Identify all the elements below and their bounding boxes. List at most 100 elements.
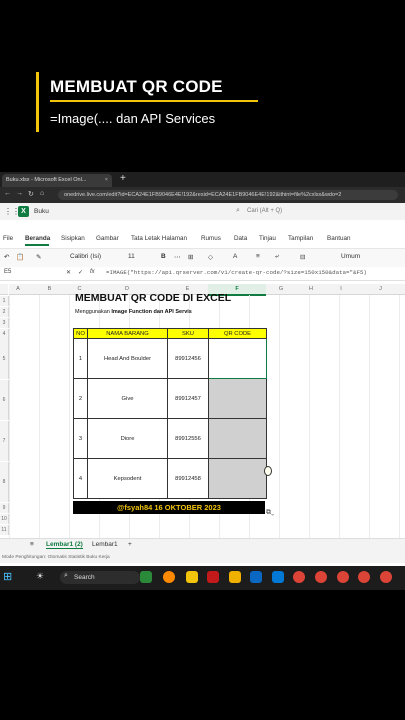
taskbar-search[interactable]: Search — [60, 571, 140, 584]
windows-start-icon[interactable]: ⊞ — [3, 570, 12, 583]
close-icon[interactable]: × — [105, 174, 108, 187]
font-size-select[interactable]: 11 — [128, 253, 135, 260]
search-input[interactable]: Cari (Alt + Q) — [247, 208, 317, 217]
menu-beranda[interactable]: Beranda — [25, 235, 50, 242]
row-header-10[interactable]: 10 — [0, 514, 9, 524]
app-icon[interactable] — [140, 571, 152, 583]
sheet-tab-lembar1[interactable]: Lembar1 — [92, 541, 118, 548]
header-qr-code[interactable]: QR CODE — [208, 328, 267, 339]
widgets-icon[interactable]: ☀ — [36, 571, 44, 582]
font-select[interactable]: Calibri (Isi) — [70, 253, 101, 260]
chrome-icon[interactable] — [380, 571, 392, 583]
cell-sku[interactable]: 89912456 — [167, 338, 209, 379]
app-icon[interactable] — [250, 571, 262, 583]
menu-tata-letak[interactable]: Tata Letak Halaman — [131, 235, 187, 242]
cell-nama[interactable]: Kepsodent — [87, 458, 168, 499]
chrome-icon[interactable] — [315, 571, 327, 583]
menu-sisipkan[interactable]: Sisipkan — [61, 235, 85, 242]
name-box[interactable]: E5 — [4, 269, 11, 275]
excel-screenshot: Buku.xlsx - Microsoft Excel Onl... × + ←… — [0, 172, 405, 590]
header-nama-barang[interactable]: NAMA BARANG — [87, 328, 168, 339]
cancel-icon[interactable]: ✕ — [66, 269, 71, 276]
paste-options-icon[interactable]: ⧉⌄ — [266, 509, 274, 517]
row-header-1[interactable]: 1 — [0, 296, 9, 306]
borders-icon[interactable]: ⊞ — [188, 253, 193, 261]
merge-icon[interactable]: ⊟ — [300, 253, 305, 261]
menu-rumus[interactable]: Rumus — [201, 235, 221, 242]
pdf-icon[interactable] — [207, 571, 219, 583]
cell-no[interactable]: 2 — [73, 378, 88, 419]
bold-button[interactable]: B — [161, 253, 166, 260]
cell-qr-code[interactable] — [208, 418, 267, 459]
cell-sku[interactable]: 89912457 — [167, 378, 209, 419]
row-header-9[interactable]: 9 — [0, 503, 9, 513]
align-icon[interactable]: ≡ — [256, 253, 260, 260]
col-header-i[interactable]: I — [326, 284, 356, 295]
header-no[interactable]: NO — [73, 328, 88, 339]
menu-tampilan[interactable]: Tampilan — [288, 235, 313, 242]
row-header-8[interactable]: 8 — [0, 462, 9, 502]
reload-icon[interactable]: ↻ — [28, 190, 34, 198]
chrome-icon[interactable] — [293, 571, 305, 583]
sheet-tab-lembar1-2[interactable]: Lembar1 (2) — [46, 541, 83, 549]
chrome-icon[interactable] — [358, 571, 370, 583]
number-format-select[interactable]: Umum — [341, 253, 360, 260]
wrap-icon[interactable]: ⤶ — [275, 253, 279, 261]
row-header-7[interactable]: 7 — [0, 421, 9, 461]
cell-no[interactable]: 4 — [73, 458, 88, 499]
cell-qr-code[interactable] — [208, 338, 267, 379]
video-title: MEMBUAT QR CODE — [50, 77, 223, 96]
cell-nama[interactable]: Head And Boulder — [87, 338, 168, 379]
sheet-list-icon[interactable]: ≡ — [30, 541, 34, 548]
formula-input[interactable]: =IMAGE("https://api.qrserver.com/v1/crea… — [106, 269, 367, 276]
app-icon[interactable] — [272, 571, 284, 583]
paste-icon[interactable]: 📋 — [16, 253, 24, 261]
menu-gambar[interactable]: Gambar — [96, 235, 119, 242]
brush-icon[interactable]: ✎ — [36, 253, 41, 261]
folder-icon[interactable] — [186, 571, 198, 583]
app-icon[interactable] — [229, 571, 241, 583]
col-header-a[interactable]: A — [9, 284, 27, 295]
header-sku[interactable]: SKU — [167, 328, 209, 339]
chrome-icon[interactable] — [337, 571, 349, 583]
col-header-j[interactable]: J — [356, 284, 405, 295]
home-icon[interactable]: ⌂ — [40, 190, 44, 197]
cell-qr-code[interactable] — [208, 458, 267, 499]
browser-tab[interactable]: Buku.xlsx - Microsoft Excel Onl... × — [2, 174, 112, 187]
url-input[interactable]: onedrive.live.com/edit?id=ECA24E1FB9046E… — [58, 190, 398, 200]
cell-qr-code[interactable] — [208, 378, 267, 419]
menu-data[interactable]: Data — [234, 235, 247, 242]
cell-nama[interactable]: Give — [87, 378, 168, 419]
col-header-g[interactable]: G — [266, 284, 296, 295]
row-header-11[interactable]: 11 — [0, 525, 9, 535]
col-header-b[interactable]: B — [27, 284, 72, 295]
row-header-2[interactable]: 2 — [0, 307, 9, 317]
app-header — [0, 203, 405, 221]
col-header-h[interactable]: H — [296, 284, 326, 295]
menu-bantuan[interactable]: Bantuan — [327, 235, 350, 242]
forward-icon[interactable]: → — [16, 190, 23, 197]
cell-nama[interactable]: Diore — [87, 418, 168, 459]
cell-no[interactable]: 3 — [73, 418, 88, 459]
back-icon[interactable]: ← — [4, 190, 11, 197]
font-color-icon[interactable]: A — [233, 253, 237, 260]
cell-sku[interactable]: 89912458 — [167, 458, 209, 499]
cell-sku[interactable]: 89912556 — [167, 418, 209, 459]
more-icon[interactable]: ⋯ — [174, 253, 181, 261]
row-header-4[interactable]: 4 — [0, 329, 9, 339]
fx-icon[interactable]: fx — [90, 269, 95, 275]
row-header-3[interactable]: 3 — [0, 318, 9, 328]
confirm-icon[interactable]: ✓ — [78, 269, 83, 276]
cell-no[interactable]: 1 — [73, 338, 88, 379]
file-name[interactable]: Buku — [34, 208, 49, 215]
menu-file[interactable]: File — [3, 235, 13, 242]
fill-color-icon[interactable]: ◇ — [208, 253, 213, 261]
menu-tinjau[interactable]: Tinjau — [259, 235, 276, 242]
undo-icon[interactable]: ↶ — [4, 253, 9, 261]
add-sheet-button[interactable]: + — [128, 541, 132, 548]
new-tab-button[interactable]: + — [120, 173, 126, 184]
browser-icon[interactable] — [163, 571, 175, 583]
select-all-corner[interactable] — [0, 284, 8, 295]
row-header-5[interactable]: 5 — [0, 339, 9, 379]
row-header-6[interactable]: 6 — [0, 380, 9, 420]
